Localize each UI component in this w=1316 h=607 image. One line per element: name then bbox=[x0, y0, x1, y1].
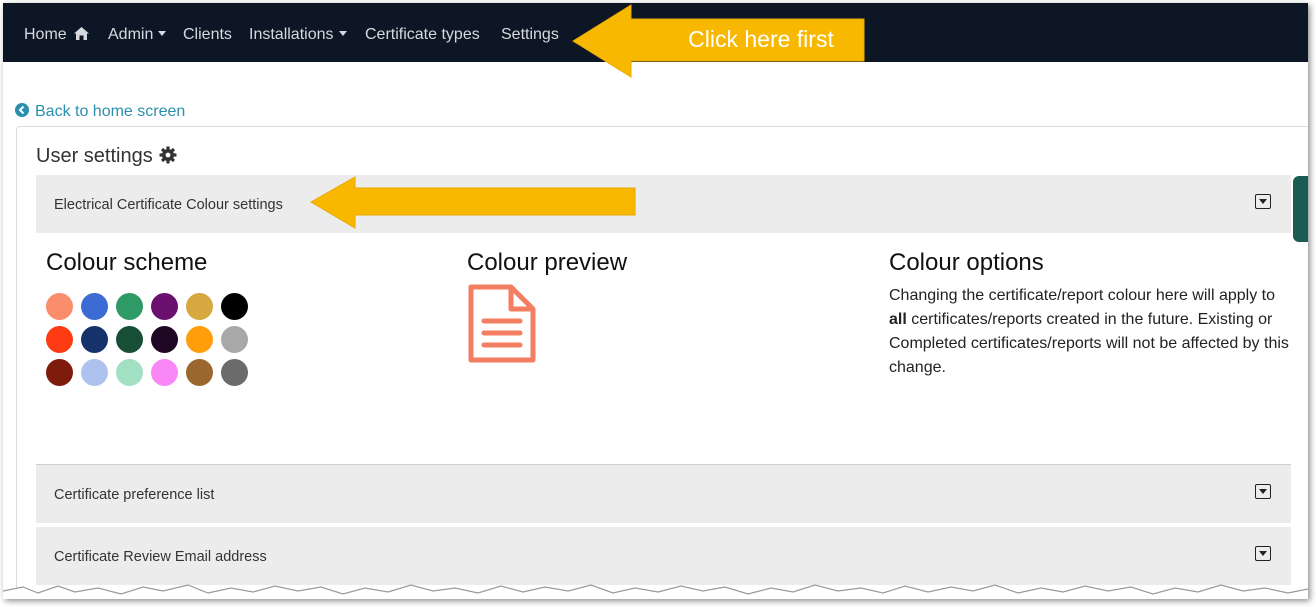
back-link-label: Back to home screen bbox=[35, 103, 186, 120]
nav-label-home: Home bbox=[24, 26, 67, 43]
colour-swatch[interactable] bbox=[221, 326, 248, 353]
colour-swatch[interactable] bbox=[46, 326, 73, 353]
colour-swatch[interactable] bbox=[116, 359, 143, 386]
colour-swatch[interactable] bbox=[221, 359, 248, 386]
nav-label-clients: Clients bbox=[183, 26, 232, 43]
colour-swatch[interactable] bbox=[186, 359, 213, 386]
annotation-click-here-first: Click here first bbox=[688, 26, 834, 52]
screenshot-frame: Home Admin Clients Installations Certifi… bbox=[3, 3, 1308, 599]
options-text-bold: all bbox=[889, 311, 907, 328]
colour-swatch[interactable] bbox=[81, 326, 108, 353]
nav-item-admin[interactable]: Admin bbox=[108, 3, 167, 62]
back-to-home-link[interactable]: Back to home screen bbox=[15, 103, 185, 121]
colour-swatch[interactable] bbox=[46, 359, 73, 386]
colour-scheme-heading: Colour scheme bbox=[46, 249, 208, 276]
card-title-text: User settings bbox=[36, 145, 153, 167]
caret-square-down-icon[interactable] bbox=[1255, 194, 1271, 209]
colour-swatch[interactable] bbox=[116, 326, 143, 353]
arrow-circle-left-icon bbox=[15, 103, 29, 117]
options-text-before: Changing the certificate/report colour h… bbox=[889, 287, 1275, 304]
side-feedback-tab[interactable] bbox=[1293, 176, 1308, 242]
colour-swatch[interactable] bbox=[186, 326, 213, 353]
accordion-certificate-preference-list[interactable]: Certificate preference list bbox=[36, 465, 1291, 523]
nav-item-settings[interactable]: Settings bbox=[501, 3, 559, 62]
caret-down-icon bbox=[338, 31, 347, 36]
options-text-after: certificates/reports created in the futu… bbox=[889, 311, 1289, 376]
colour-preview-heading: Colour preview bbox=[467, 249, 628, 276]
caret-square-down-icon[interactable] bbox=[1255, 484, 1271, 499]
accordion-colour-settings[interactable]: Electrical Certificate Colour settings bbox=[36, 175, 1291, 233]
colour-swatch[interactable] bbox=[116, 293, 143, 320]
accordion-label-colour-settings: Electrical Certificate Colour settings bbox=[54, 197, 283, 213]
colour-swatch[interactable] bbox=[151, 359, 178, 386]
torn-edge-decoration bbox=[3, 584, 1308, 599]
colour-swatch[interactable] bbox=[151, 326, 178, 353]
colour-swatch[interactable] bbox=[221, 293, 248, 320]
nav-label-certificate-types: Certificate types bbox=[365, 26, 480, 43]
caret-down-icon bbox=[158, 31, 167, 36]
document-icon bbox=[468, 284, 536, 363]
colour-swatch[interactable] bbox=[46, 293, 73, 320]
card-title: User settings bbox=[36, 145, 177, 168]
home-icon bbox=[73, 27, 89, 40]
colour-swatch[interactable] bbox=[81, 293, 108, 320]
nav-label-admin: Admin bbox=[108, 26, 154, 43]
colour-swatch[interactable] bbox=[151, 293, 178, 320]
nav-item-certificate-types[interactable]: Certificate types bbox=[365, 3, 480, 62]
annotation-arrow-accordion bbox=[310, 176, 636, 229]
colour-swatch[interactable] bbox=[81, 359, 108, 386]
caret-square-down-icon[interactable] bbox=[1255, 546, 1271, 561]
nav-label-settings: Settings bbox=[501, 26, 559, 43]
colour-options-heading: Colour options bbox=[889, 249, 1044, 276]
accordion-label-preference-list: Certificate preference list bbox=[54, 487, 215, 503]
nav-item-installations[interactable]: Installations bbox=[249, 3, 347, 62]
nav-label-installations: Installations bbox=[249, 26, 334, 43]
colour-options-description: Changing the certificate/report colour h… bbox=[889, 284, 1289, 380]
nav-item-home[interactable]: Home bbox=[24, 3, 89, 62]
gear-icon bbox=[159, 146, 177, 164]
nav-item-clients[interactable]: Clients bbox=[183, 3, 232, 62]
colour-swatch[interactable] bbox=[186, 293, 213, 320]
